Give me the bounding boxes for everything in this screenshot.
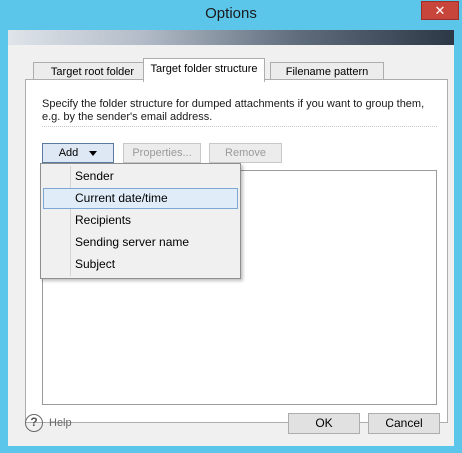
remove-button[interactable]: Remove <box>209 143 282 163</box>
tab-target-folder-structure[interactable]: Target folder structure <box>143 58 265 82</box>
add-button-label: Add <box>58 147 79 159</box>
close-button[interactable]: ✕ <box>421 1 459 20</box>
menu-item-sender[interactable]: Sender <box>43 166 238 187</box>
menu-item-subject[interactable]: Subject <box>43 254 238 275</box>
menu-item-label: Subject <box>75 257 116 271</box>
tab-label: Target root folder <box>50 66 135 78</box>
close-icon: ✕ <box>434 2 446 18</box>
chevron-down-icon <box>89 150 98 156</box>
window-border <box>0 446 462 453</box>
cancel-button-label: Cancel <box>385 416 423 430</box>
add-dropdown-menu: Sender Current date/time Recipients Send… <box>40 163 241 279</box>
remove-button-label: Remove <box>225 147 266 159</box>
title-bar: Options ✕ <box>0 0 462 30</box>
menu-item-label: Sender <box>75 169 114 183</box>
description-text: Specify the folder structure for dumped … <box>42 98 425 123</box>
help-link[interactable]: Help <box>49 417 72 429</box>
header-banner <box>8 30 454 45</box>
menu-item-label: Sending server name <box>75 235 190 249</box>
add-button[interactable]: Add <box>42 143 114 163</box>
window-title: Options <box>205 5 257 22</box>
ok-button-label: OK <box>315 416 333 430</box>
menu-item-label: Current date/time <box>75 191 168 205</box>
tab-label: Filename pattern <box>285 66 369 78</box>
menu-item-current-date-time[interactable]: Current date/time <box>43 188 238 209</box>
divider <box>42 126 437 127</box>
properties-button-label: Properties... <box>132 147 192 159</box>
tab-label: Target folder structure <box>150 63 258 75</box>
help-icon[interactable]: ? <box>25 414 43 432</box>
cancel-button[interactable]: Cancel <box>368 413 440 434</box>
ok-button[interactable]: OK <box>288 413 360 434</box>
properties-button[interactable]: Properties... <box>123 143 201 163</box>
menu-item-label: Recipients <box>75 213 132 227</box>
options-dialog: Target root folder Target folder structu… <box>8 30 454 446</box>
menu-item-sending-server-name[interactable]: Sending server name <box>43 232 238 253</box>
menu-item-recipients[interactable]: Recipients <box>43 210 238 231</box>
